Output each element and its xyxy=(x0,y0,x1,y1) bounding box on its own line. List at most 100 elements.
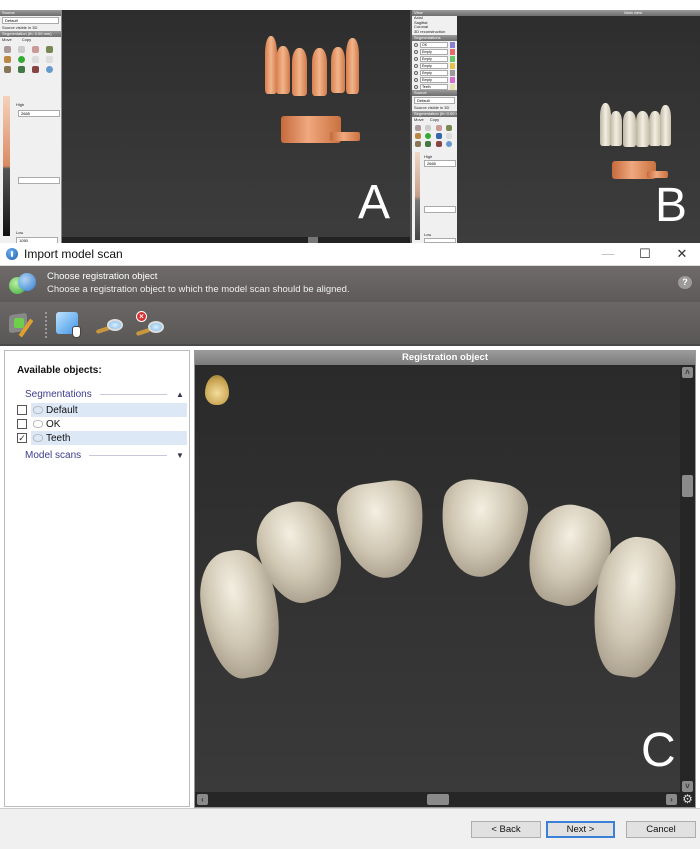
threshold-gradient[interactable] xyxy=(3,96,10,236)
object-item[interactable]: OK xyxy=(17,417,187,431)
tool-icon[interactable] xyxy=(4,56,11,63)
scroll-right-button[interactable]: › xyxy=(666,794,677,805)
tool-icon[interactable] xyxy=(4,46,11,53)
segmentation-color-swatch[interactable] xyxy=(450,76,455,83)
tool-icon[interactable] xyxy=(425,141,432,147)
scroll-thumb[interactable] xyxy=(682,475,693,497)
chevron-down-icon[interactable]: ▼ xyxy=(175,451,185,460)
segmentation-row[interactable]: Empty xyxy=(412,55,457,62)
segmentation-row[interactable]: Empty xyxy=(412,48,457,55)
group-model-scans[interactable]: Model scans ▼ xyxy=(25,448,185,462)
panel-b-viewport[interactable]: Main view B xyxy=(457,10,700,243)
mode-move-radio[interactable]: Move xyxy=(414,117,424,123)
tool-icon[interactable] xyxy=(435,141,442,147)
select-object-icon[interactable] xyxy=(54,308,88,340)
visibility-radio[interactable] xyxy=(414,56,418,61)
segmentation-row[interactable]: OK xyxy=(412,41,457,48)
tool-icon[interactable] xyxy=(32,66,39,73)
cancel-button[interactable]: Cancel xyxy=(626,821,696,838)
back-button[interactable]: < Back xyxy=(471,821,541,838)
visibility-radio[interactable] xyxy=(414,42,418,47)
tool-icon[interactable] xyxy=(445,141,452,147)
view-option[interactable]: 3D reconstruction xyxy=(412,30,457,35)
tool-icon[interactable] xyxy=(435,125,442,131)
zoom-reset-icon[interactable]: × xyxy=(134,308,168,340)
segmentation-row[interactable]: Empty xyxy=(412,69,457,76)
maximize-button[interactable]: ☐ xyxy=(627,245,663,263)
object-checkbox[interactable]: ✓ xyxy=(17,433,27,443)
visibility-radio[interactable] xyxy=(414,84,418,89)
tool-icon[interactable] xyxy=(46,56,53,63)
visibility-radio[interactable] xyxy=(414,70,418,75)
segmentation-row[interactable]: Teeth xyxy=(412,83,457,90)
visibility-radio[interactable] xyxy=(414,77,418,82)
segment-edit-icon[interactable] xyxy=(6,308,40,340)
close-button[interactable]: ✕ xyxy=(664,245,700,263)
mode-copy-radio[interactable]: Copy xyxy=(430,117,439,123)
object-item[interactable]: ✓ Teeth xyxy=(17,431,187,445)
threshold-select[interactable] xyxy=(18,177,60,184)
orientation-head-icon[interactable] xyxy=(205,375,229,405)
source-select[interactable]: Default xyxy=(2,17,59,24)
tool-icon[interactable] xyxy=(425,133,432,139)
segmentation-row[interactable]: Empty xyxy=(412,76,457,83)
object-checkbox[interactable] xyxy=(17,405,27,415)
tool-icon[interactable] xyxy=(445,125,452,131)
scroll-down-button[interactable]: ˅ xyxy=(682,781,693,792)
settings-gear-icon[interactable]: ⚙ xyxy=(680,792,695,807)
segmentation-name[interactable]: OK xyxy=(420,41,448,48)
segmentation-row[interactable]: Empty xyxy=(412,62,457,69)
registration-viewport[interactable]: C xyxy=(195,365,681,794)
segmentation-name[interactable]: Empty xyxy=(420,69,448,76)
segmentation-color-swatch[interactable] xyxy=(450,62,455,69)
tool-icon[interactable] xyxy=(415,125,421,131)
tool-icon[interactable] xyxy=(18,66,25,73)
chevron-up-icon[interactable]: ▲ xyxy=(175,390,185,399)
object-label-container[interactable]: OK xyxy=(31,417,187,431)
threshold-gradient[interactable] xyxy=(415,152,420,240)
help-icon[interactable]: ? xyxy=(678,276,692,289)
segmentation-name[interactable]: Empty xyxy=(420,62,448,69)
tool-icon[interactable] xyxy=(4,66,11,73)
visibility-radio[interactable] xyxy=(414,49,418,54)
segmentation-color-swatch[interactable] xyxy=(450,41,455,48)
tool-icon[interactable] xyxy=(46,66,53,73)
segmentation-name[interactable]: Empty xyxy=(420,48,448,55)
segmentation-name[interactable]: Empty xyxy=(420,55,448,62)
segmentation-color-swatch[interactable] xyxy=(450,83,455,90)
next-button[interactable]: Next > xyxy=(546,821,615,838)
minimize-button[interactable]: — xyxy=(590,245,626,263)
visibility-radio[interactable] xyxy=(414,63,418,68)
segmentation-color-swatch[interactable] xyxy=(450,69,455,76)
tool-icon[interactable] xyxy=(435,133,442,139)
high-input[interactable]: 2665 xyxy=(424,160,456,167)
object-label-container[interactable]: Teeth xyxy=(31,431,187,445)
object-checkbox[interactable] xyxy=(17,419,27,429)
scroll-left-button[interactable]: ‹ xyxy=(197,794,208,805)
segmentation-color-swatch[interactable] xyxy=(450,48,455,55)
segmentation-name[interactable]: Empty xyxy=(420,76,448,83)
segmentation-name[interactable]: Teeth xyxy=(420,83,448,90)
horizontal-scrollbar[interactable]: ‹ › xyxy=(195,792,681,807)
tool-icon[interactable] xyxy=(445,133,452,139)
tool-icon[interactable] xyxy=(425,125,432,131)
segmentation-color-swatch[interactable] xyxy=(450,55,455,62)
tool-icon[interactable] xyxy=(18,56,25,63)
scroll-thumb[interactable] xyxy=(427,794,449,805)
vertical-scrollbar[interactable]: ˄ ˅ xyxy=(680,365,695,794)
mode-move-radio[interactable]: Move xyxy=(2,37,12,43)
mode-copy-radio[interactable]: Copy xyxy=(22,37,31,43)
tool-icon[interactable] xyxy=(18,46,25,53)
tool-icon[interactable] xyxy=(32,56,39,63)
zoom-icon[interactable] xyxy=(94,308,128,340)
tool-icon[interactable] xyxy=(46,46,53,53)
tool-icon[interactable] xyxy=(415,141,421,147)
source-select[interactable]: Default xyxy=(414,97,455,104)
high-input[interactable]: 2665 xyxy=(18,110,60,117)
threshold-select[interactable] xyxy=(424,206,456,213)
object-label-container[interactable]: Default xyxy=(31,403,187,417)
tool-icon[interactable] xyxy=(32,46,39,53)
group-segmentations[interactable]: Segmentations ▲ xyxy=(25,387,185,401)
object-item[interactable]: Default xyxy=(17,403,187,417)
scroll-up-button[interactable]: ˄ xyxy=(682,367,693,378)
